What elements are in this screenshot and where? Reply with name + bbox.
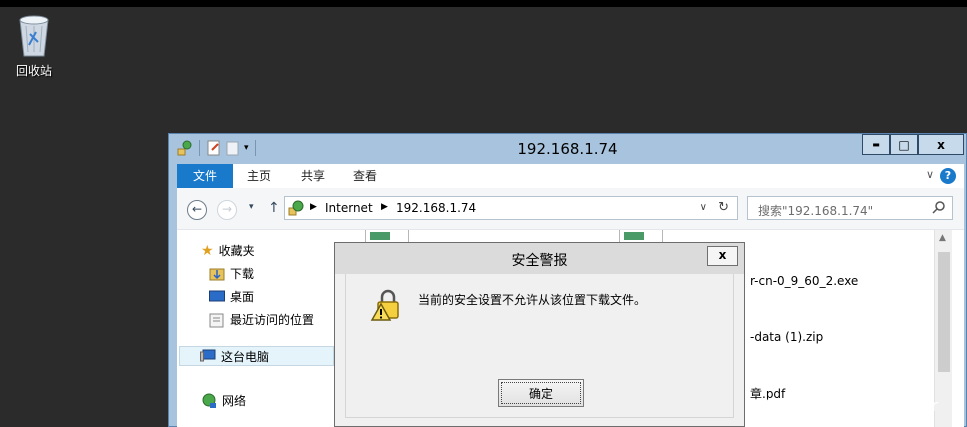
- warning-lock-icon: [370, 289, 399, 321]
- security-alert-dialog: 安全警报 x 当前的安全设置不允许从该位置下载文件。 确定: [334, 242, 745, 427]
- tab-view[interactable]: 查看: [353, 164, 377, 188]
- desktop-icon: [209, 290, 225, 301]
- tab-share[interactable]: 共享: [301, 164, 325, 188]
- navigation-bar: ← → ▾ ↑ ▶ Internet ▶ 192.168.1.74 ∨ ↻ 搜索…: [177, 188, 964, 230]
- window-title: 192.168.1.74: [517, 140, 618, 158]
- network-icon: [202, 393, 216, 408]
- maximize-icon: □: [898, 137, 910, 152]
- dialog-title: 安全警报: [511, 253, 568, 269]
- nav-this-pc-label: 这台电脑: [221, 349, 270, 364]
- top-bar: [0, 0, 967, 7]
- nav-favorites[interactable]: ★ 收藏夹: [201, 242, 255, 259]
- nav-desktop-label: 桌面: [230, 290, 255, 304]
- computer-icon: [200, 349, 216, 362]
- minimize-button[interactable]: ▬: [862, 134, 890, 155]
- breadcrumb-arrow-icon[interactable]: ▶: [381, 202, 388, 212]
- breadcrumb-host[interactable]: 192.168.1.74: [396, 201, 476, 215]
- minimize-icon: ▬: [872, 140, 880, 149]
- nav-downloads-label: 下载: [230, 267, 255, 281]
- breadcrumb-internet[interactable]: Internet: [325, 201, 373, 215]
- recent-places-icon: [209, 313, 224, 327]
- recycle-bin-label: 回收站: [15, 64, 52, 78]
- star-icon: ★: [201, 242, 214, 259]
- scroll-up-icon[interactable]: ▲: [939, 233, 946, 243]
- dialog-title-bar[interactable]: 安全警报 x: [335, 243, 744, 274]
- watermark: CSDN @zoldyck_hunter: [750, 396, 939, 415]
- search-icon[interactable]: [932, 200, 946, 214]
- nav-this-pc[interactable]: 这台电脑: [179, 346, 334, 366]
- expand-ribbon-icon[interactable]: ∨: [926, 168, 934, 181]
- recycle-bin-icon: [19, 15, 49, 57]
- ok-button[interactable]: 确定: [498, 379, 584, 407]
- navigation-pane: ★ 收藏夹 下载 桌面 最近访问的位置 这台电脑 网络: [177, 230, 335, 427]
- nav-recent-places-label: 最近访问的位置: [230, 313, 315, 327]
- close-icon: x: [718, 248, 727, 262]
- search-box[interactable]: 搜索"192.168.1.74": [747, 196, 953, 220]
- dialog-message: 当前的安全设置不允许从该位置下载文件。: [418, 293, 647, 307]
- maximize-button[interactable]: □: [890, 134, 918, 155]
- search-placeholder: 搜索"192.168.1.74": [758, 204, 874, 218]
- network-location-icon: [288, 200, 304, 216]
- nav-desktop[interactable]: 桌面: [209, 288, 254, 305]
- address-dropdown-icon[interactable]: ∨: [700, 202, 707, 213]
- title-bar[interactable]: ▾ 192.168.1.74 ▬ □ x: [169, 134, 966, 164]
- tab-home[interactable]: 主页: [247, 164, 271, 188]
- tab-file[interactable]: 文件: [177, 164, 233, 188]
- help-icon[interactable]: ?: [940, 168, 956, 184]
- forward-button[interactable]: →: [217, 200, 237, 220]
- up-button[interactable]: ↑: [268, 200, 280, 216]
- ribbon-tabs: 文件 主页 共享 查看 ∨ ?: [177, 164, 964, 188]
- refresh-icon[interactable]: ↻: [718, 200, 729, 215]
- back-button[interactable]: ←: [187, 200, 207, 220]
- downloads-folder-icon: [209, 268, 225, 280]
- nav-network-label: 网络: [222, 394, 247, 408]
- nav-downloads[interactable]: 下载: [209, 265, 254, 282]
- scrollbar-thumb[interactable]: [938, 252, 950, 372]
- dialog-body: 当前的安全设置不允许从该位置下载文件。 确定: [345, 274, 734, 418]
- breadcrumb-arrow-icon[interactable]: ▶: [310, 202, 317, 212]
- address-bar[interactable]: ▶ Internet ▶ 192.168.1.74 ∨ ↻: [284, 196, 738, 220]
- recent-locations-icon[interactable]: ▾: [249, 202, 254, 212]
- close-button[interactable]: x: [918, 134, 964, 155]
- nav-favorites-label: 收藏夹: [218, 244, 255, 258]
- window-controls: ▬ □ x: [862, 134, 964, 155]
- recycle-bin-desktop-icon[interactable]: 回收站: [8, 12, 60, 82]
- dialog-close-button[interactable]: x: [707, 246, 738, 266]
- close-icon: x: [937, 137, 945, 152]
- file-name[interactable]: -data (1).zip: [750, 330, 823, 344]
- file-name[interactable]: r-cn-0_9_60_2.exe: [750, 274, 858, 288]
- nav-recent-places[interactable]: 最近访问的位置: [209, 311, 314, 328]
- nav-network[interactable]: 网络: [201, 392, 246, 409]
